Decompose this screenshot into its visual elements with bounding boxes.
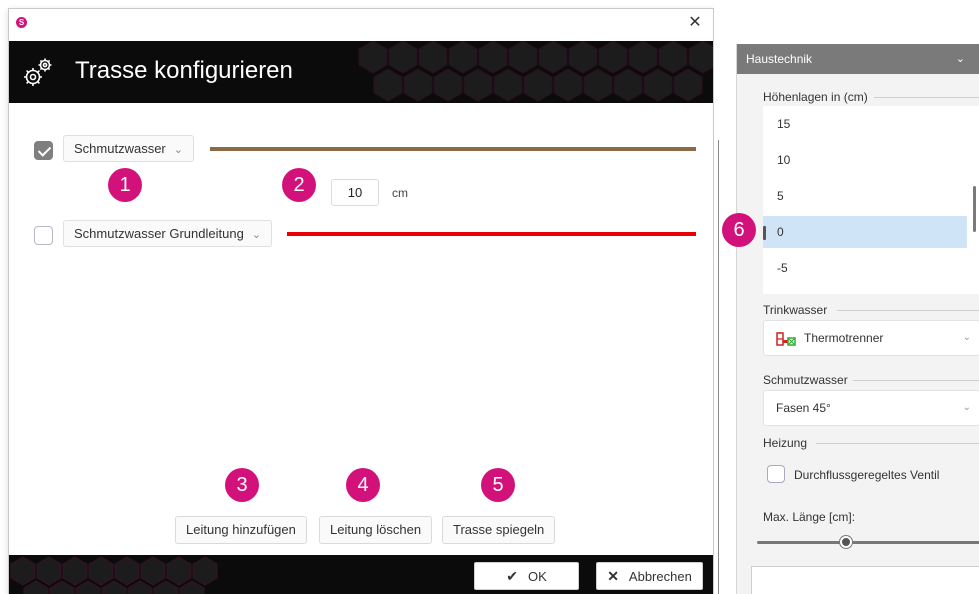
offset-unit-label: cm xyxy=(392,186,408,200)
chevron-down-icon: ⌄ xyxy=(962,402,971,413)
max-length-slider-track[interactable] xyxy=(757,541,979,544)
chevron-down-icon: ⌄ xyxy=(173,144,183,156)
drinking-water-dropdown[interactable]: Thermotrenner ⌄ xyxy=(763,320,979,356)
ok-button-label: OK xyxy=(527,569,547,584)
divider xyxy=(853,380,979,381)
chevron-down-icon: ⌄ xyxy=(251,229,262,241)
panel-title: Haustechnik xyxy=(746,52,813,66)
heating-label: Heizung xyxy=(763,436,808,450)
divider xyxy=(718,140,719,594)
cancel-button[interactable]: ✕ Abbrechen xyxy=(596,562,703,590)
divider xyxy=(874,97,979,98)
callout-badge-5: 5 xyxy=(481,468,515,502)
row-1-checkbox[interactable] xyxy=(34,141,53,160)
row-1-pipe-type-dropdown[interactable]: Schmutzwasser ⌄ xyxy=(63,135,194,162)
list-item-selected[interactable]: 0 xyxy=(763,216,967,248)
list-item[interactable]: -5 xyxy=(763,252,967,284)
divider xyxy=(837,310,979,311)
list-scrollbar[interactable] xyxy=(973,186,976,232)
list-item[interactable]: 10 xyxy=(763,144,967,176)
row-2-pipe-line-preview xyxy=(287,232,696,236)
configure-route-dialog: S ✕ Trasse konfigurieren Schmutzwasser ⌄… xyxy=(8,8,714,594)
chevron-down-icon: ⌄ xyxy=(955,53,965,65)
row-2-checkbox[interactable] xyxy=(34,226,53,245)
checkmark-icon: ✔ xyxy=(506,568,518,584)
flow-controlled-valve-checkbox[interactable] xyxy=(767,465,785,483)
flow-controlled-valve-label: Durchflussgeregeltes Ventil xyxy=(794,468,940,482)
height-levels-label: Höhenlagen in (cm) xyxy=(763,90,868,104)
callout-badge-2: 2 xyxy=(282,168,316,202)
gears-icon xyxy=(21,56,55,90)
delete-line-button[interactable]: Leitung löschen xyxy=(319,516,433,544)
row-1-pipe-type-value: Schmutzwasser xyxy=(74,141,166,156)
drinking-water-value: Thermotrenner xyxy=(804,331,884,345)
max-length-label: Max. Länge [cm]: xyxy=(763,510,856,524)
row-2-pipe-type-value: Schmutzwasser Grundleitung xyxy=(74,226,244,241)
app-logo: S xyxy=(16,17,27,28)
offset-input[interactable]: 10 xyxy=(331,179,379,206)
thermotrenner-icon xyxy=(776,331,796,346)
panel-header[interactable]: Haustechnik ⌄ xyxy=(737,44,979,74)
mirror-route-button[interactable]: Trasse spiegeln xyxy=(442,516,556,544)
divider xyxy=(816,443,979,444)
callout-badge-3: 3 xyxy=(225,468,259,502)
cancel-button-label: Abbrechen xyxy=(628,569,692,584)
row-1-pipe-line-preview xyxy=(210,147,696,151)
dialog-titlebar: S ✕ xyxy=(9,9,713,41)
selection-indicator xyxy=(763,226,766,240)
drinking-water-label: Trinkwasser xyxy=(763,303,828,317)
dialog-title: Trasse konfigurieren xyxy=(75,57,293,84)
building-services-panel: Haustechnik ⌄ Höhenlagen in (cm) 15 10 5 … xyxy=(736,44,979,594)
dialog-header: Trasse konfigurieren xyxy=(9,41,713,103)
x-icon: ✕ xyxy=(607,568,619,584)
list-item[interactable]: 5 xyxy=(763,180,967,212)
ok-button[interactable]: ✔ OK xyxy=(474,562,579,590)
add-line-button[interactable]: Leitung hinzufügen xyxy=(175,516,307,544)
callout-badge-6: 6 xyxy=(722,213,756,247)
callout-badge-4: 4 xyxy=(346,468,380,502)
waste-water-dropdown[interactable]: Fasen 45° ⌄ xyxy=(763,390,979,426)
dialog-footer: ✔ OK ✕ Abbrechen xyxy=(9,555,713,594)
close-button[interactable]: ✕ xyxy=(685,13,705,33)
list-item[interactable]: 15 xyxy=(763,108,967,140)
max-length-slider-thumb[interactable] xyxy=(840,536,852,548)
chevron-down-icon: ⌄ xyxy=(962,332,971,343)
waste-water-value: Fasen 45° xyxy=(776,401,831,415)
hexagon-pattern-decoration xyxy=(358,41,713,102)
callout-badge-1: 1 xyxy=(108,168,142,202)
waste-water-label: Schmutzwasser xyxy=(763,373,848,387)
panel-bottom-field xyxy=(751,566,979,594)
row-2-pipe-type-dropdown[interactable]: Schmutzwasser Grundleitung ⌄ xyxy=(63,220,273,247)
height-levels-list[interactable]: 15 10 5 0 -5 xyxy=(763,106,979,294)
hexagon-pattern-decoration xyxy=(10,556,218,594)
